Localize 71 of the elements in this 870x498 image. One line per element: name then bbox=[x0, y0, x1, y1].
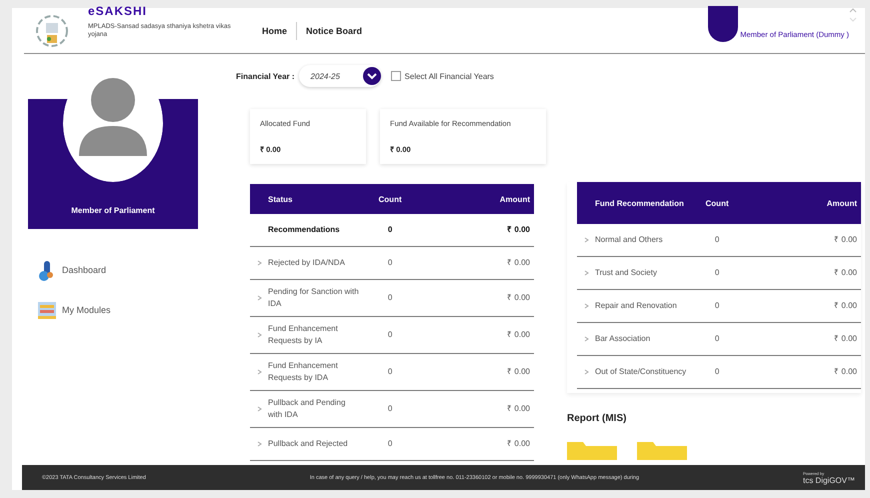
table-cell: Repair and Renovation bbox=[577, 290, 691, 322]
nav-link[interactable]: Home bbox=[253, 26, 296, 36]
table-cell: Out of State/Constituency bbox=[577, 356, 691, 388]
table-cell: Pullback and Pending with IDA bbox=[250, 390, 364, 428]
table-cell: 0 bbox=[364, 354, 416, 390]
table-cell: ₹ 0.00 bbox=[416, 428, 534, 460]
nav-link[interactable]: Notice Board bbox=[297, 26, 372, 36]
table-cell: 0 bbox=[691, 224, 744, 256]
table-cell: Pending for Sanction with IDA bbox=[250, 280, 364, 316]
emblem-logo bbox=[34, 12, 70, 48]
chevron-icon bbox=[257, 295, 262, 301]
chevron-icon bbox=[584, 237, 589, 243]
column-header: Count bbox=[691, 182, 744, 224]
table-cell: 0 bbox=[364, 428, 416, 460]
folder-icon bbox=[637, 440, 687, 460]
brand-logo: tcs DigiGOV™ bbox=[802, 476, 855, 484]
table-cell: ₹ 0.00 bbox=[743, 356, 861, 388]
table-cell: 0 bbox=[364, 246, 416, 280]
checkbox[interactable] bbox=[390, 71, 401, 81]
table-cell: Trust and Society bbox=[577, 256, 691, 290]
table-cell: ₹ 0.00 bbox=[416, 316, 534, 354]
chevron-icon bbox=[257, 406, 262, 412]
table-cell: 0 bbox=[691, 290, 744, 322]
column-header: Amount bbox=[743, 182, 861, 224]
field-label: Financial Year : bbox=[236, 72, 295, 80]
year-select[interactable]: 2024-25 bbox=[298, 65, 381, 87]
table-cell: Bar Association bbox=[577, 322, 691, 356]
user-avatar[interactable] bbox=[708, 6, 738, 42]
table-cell: Normal and Others bbox=[577, 224, 691, 256]
chevron-icon bbox=[584, 303, 589, 309]
column-header: Status bbox=[250, 184, 364, 214]
table-cell: ₹ 0.00 bbox=[743, 322, 861, 356]
profile-label: Member of Parliament bbox=[71, 206, 155, 215]
table-cell: 0 bbox=[691, 322, 744, 356]
table-cell: ₹ 0.00 bbox=[743, 290, 861, 322]
dropdown-icon bbox=[362, 67, 381, 85]
table-cell: ₹ 0.00 bbox=[416, 214, 534, 246]
column-header: Fund Recommendation bbox=[577, 182, 691, 224]
sidebar-item[interactable]: Dashboard bbox=[36, 259, 198, 281]
table-cell: 0 bbox=[364, 214, 416, 246]
sidebar-item[interactable]: My Modules bbox=[36, 299, 198, 321]
chevron-icon bbox=[257, 441, 262, 447]
table-cell: ₹ 0.00 bbox=[416, 280, 534, 316]
table-cell: 0 bbox=[364, 280, 416, 316]
chevron-icon bbox=[584, 369, 589, 375]
chevron-icon bbox=[257, 332, 262, 338]
chevron-icon bbox=[257, 260, 262, 266]
table-cell: ₹ 0.00 bbox=[416, 390, 534, 428]
chevron-icon bbox=[584, 270, 589, 276]
table-cell: ₹ 0.00 bbox=[743, 256, 861, 290]
table-cell: ₹ 0.00 bbox=[743, 224, 861, 256]
table-cell: Fund Enhancement Requests by IDA bbox=[250, 354, 364, 390]
table-cell: 0 bbox=[691, 256, 744, 290]
section-title: Report (MIS) bbox=[567, 413, 628, 424]
checkbox-label: Select All Financial Years bbox=[404, 72, 494, 80]
chevron-icon bbox=[257, 369, 262, 375]
table-cell: 0 bbox=[364, 316, 416, 354]
table-cell: Recommendations bbox=[250, 214, 364, 246]
table-cell: ₹ 0.00 bbox=[416, 354, 534, 390]
app-name: eSAKSHI bbox=[88, 5, 148, 17]
grid-list-icon bbox=[36, 299, 58, 321]
table-cell: 0 bbox=[364, 390, 416, 428]
table-cell: ₹ 0.00 bbox=[416, 246, 534, 280]
chevron-icon bbox=[584, 336, 589, 342]
table-cell: Fund Enhancement Requests by IA bbox=[250, 316, 364, 354]
folder-icon bbox=[567, 440, 617, 460]
table-cell: Pullback and Rejected bbox=[250, 428, 364, 460]
table-cell: Rejected by IDA/NDA bbox=[250, 246, 364, 280]
column-header: Amount bbox=[416, 184, 534, 214]
column-header: Count bbox=[364, 184, 416, 214]
table-cell: 0 bbox=[691, 356, 744, 388]
